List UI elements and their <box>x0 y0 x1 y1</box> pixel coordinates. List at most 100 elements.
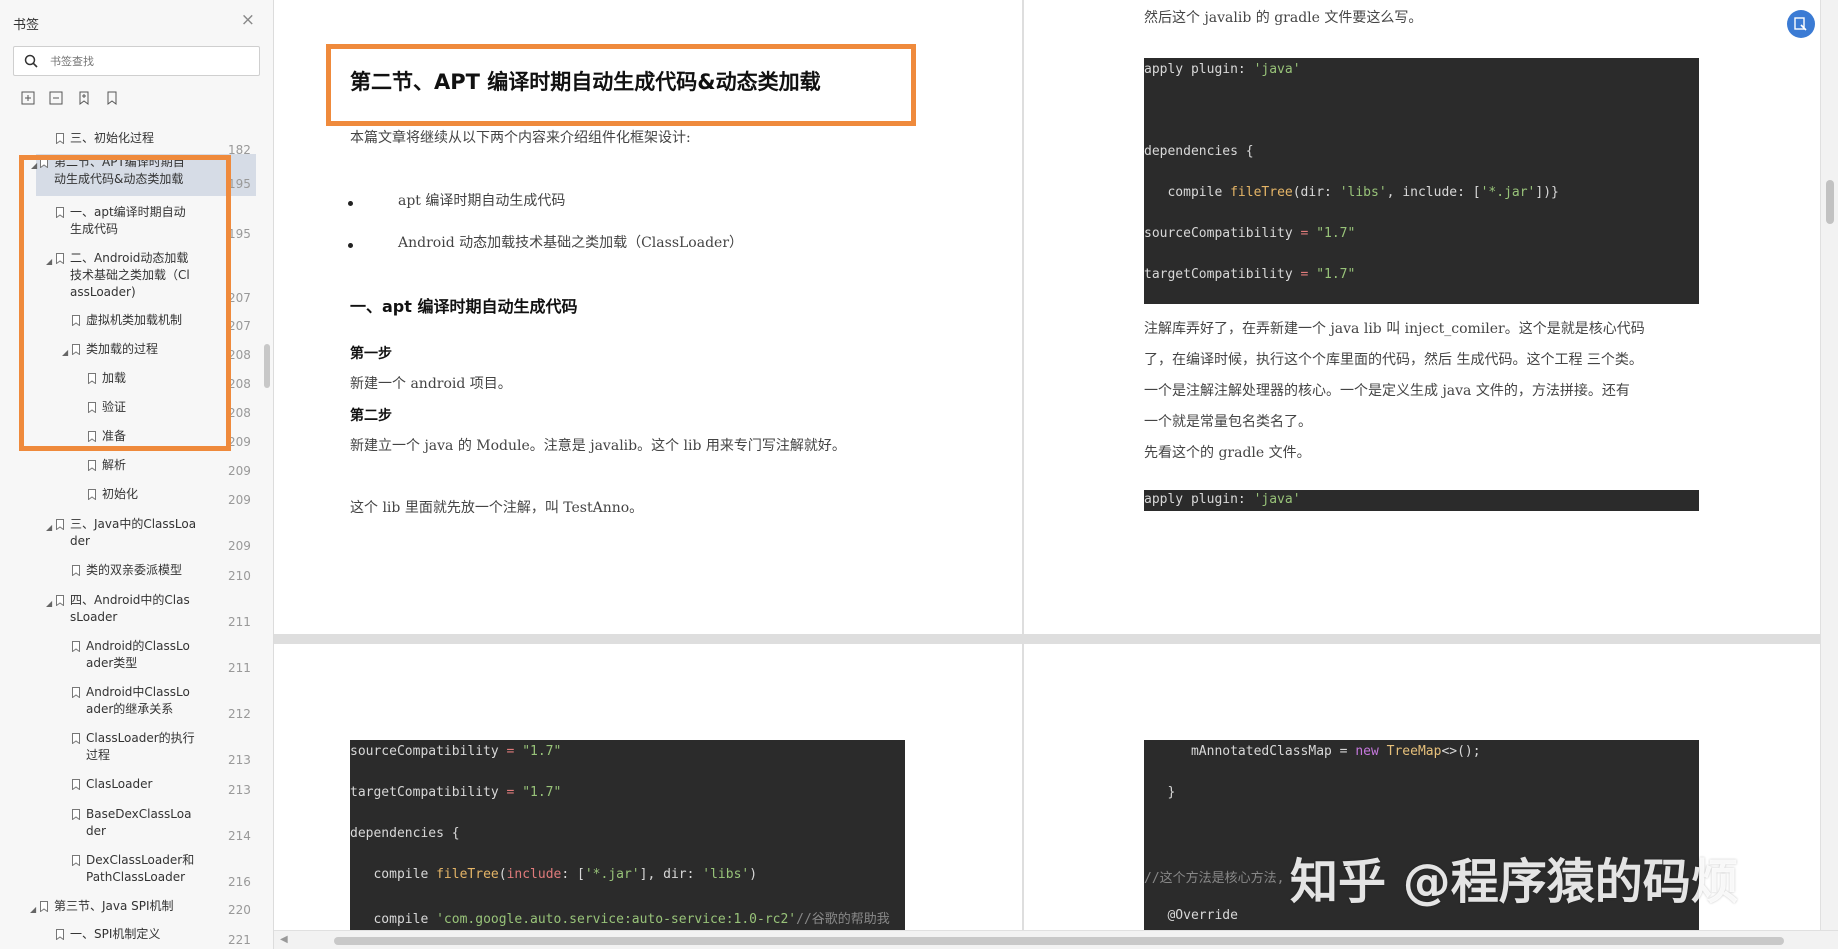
bookmark-page: 221 <box>228 933 251 947</box>
bookmark-label: der <box>86 824 106 838</box>
bookmark-item[interactable]: BaseDexClassLoa der 214 <box>0 806 256 846</box>
bookmark-item[interactable]: 验证 208 <box>0 399 256 423</box>
bookmark-search-input[interactable] <box>50 52 250 70</box>
bookmark-page: 195 <box>228 227 251 241</box>
sidebar-toolbar <box>20 90 120 108</box>
bookmark-label: 过程 <box>86 748 111 762</box>
paragraph-line: 了，在编译时候，执行这个个库里面的代码，然后 生成代码。这个工程 三个类。 <box>1144 352 1643 368</box>
bookmark-icon <box>56 519 64 530</box>
collapse-arrow-icon[interactable]: ◢ <box>31 157 40 174</box>
bookmark-item[interactable]: ◢ 三、Java中的ClassLoa der 209 <box>0 516 256 556</box>
collapse-arrow-icon[interactable]: ◢ <box>46 519 55 536</box>
bookmark-page: 209 <box>228 464 251 478</box>
bookmark-page: 207 <box>228 291 251 305</box>
bookmark-label: 虚拟机类加载机制 <box>86 313 183 327</box>
document-page: 第二节、APT 编译时期自动生成代码&动态类加载 本篇文章将继续从以下两个内容来… <box>274 0 1022 634</box>
bookmark-item[interactable]: ◢ 二、Android动态加载 技术基础之类加载（Cl assLoader) 2… <box>0 250 256 308</box>
bookmark-item[interactable]: 初始化 209 <box>0 486 256 510</box>
collapse-all-icon[interactable] <box>48 90 64 106</box>
vertical-scrollbar[interactable] <box>1820 0 1838 930</box>
bookmark-search-box[interactable] <box>13 46 260 76</box>
bookmark-item-selected[interactable]: ◢ 第二节、APT编译时期自 动生成代码&动态类加载 195 <box>31 154 256 196</box>
bookmark-icon <box>72 733 80 744</box>
bookmark-item[interactable]: Android中ClassLo ader的继承关系 212 <box>0 684 256 724</box>
bookmark-label: ader的继承关系 <box>86 702 174 716</box>
bookmark-page: 220 <box>228 903 251 917</box>
bookmark-item[interactable]: ClasLoader 213 <box>0 776 256 800</box>
bookmark-item[interactable]: ◢ 四、Android中的Clas sLoader 211 <box>0 592 256 632</box>
bookmark-label: 解析 <box>102 458 127 472</box>
bookmark-page: 210 <box>228 569 251 583</box>
bookmark-label: PathClassLoader <box>86 870 186 884</box>
scroll-left-arrow-icon[interactable]: ◀ <box>280 934 288 945</box>
bookmark-sidebar: 书签 × 三、初始化过程 182 ◢ 第二节、APT编译时期自 动生成代码&动态… <box>0 0 274 949</box>
step-heading: 第一步 <box>350 346 392 362</box>
bookmark-label: 第二节、APT编译时期自 <box>54 155 185 169</box>
section-title: 第二节、APT 编译时期自动生成代码&动态类加载 <box>350 70 821 94</box>
bookmark-icon <box>56 207 64 218</box>
bookmark-item[interactable]: 一、SPI机制定义 221 <box>0 926 256 949</box>
add-bookmark-icon[interactable] <box>76 90 92 106</box>
bookmark-item[interactable]: ClassLoader的执行 过程 213 <box>0 730 256 770</box>
paragraph: 新建立一个 java 的 Module。注意是 javalib。这个 lib 用… <box>350 438 846 454</box>
close-icon[interactable]: × <box>241 12 255 29</box>
bookmark-page: 213 <box>228 783 251 797</box>
bookmark-item[interactable]: ◢ 类加载的过程 208 <box>0 341 256 365</box>
bookmark-item[interactable]: 准备 209 <box>0 428 256 452</box>
bookmark-item[interactable]: ◢ 第三节、Java SPI机制 220 <box>0 898 256 922</box>
expand-all-icon[interactable] <box>20 90 36 106</box>
floating-tool-icon[interactable] <box>1787 10 1815 38</box>
bookmark-label: Android中ClassLo <box>86 685 190 699</box>
section-heading: 一、apt 编译时期自动生成代码 <box>350 297 578 316</box>
bookmark-label: DexClassLoader和 <box>86 853 195 867</box>
collapse-arrow-icon[interactable]: ◢ <box>30 901 39 918</box>
bookmark-page: 195 <box>228 177 251 191</box>
horizontal-scrollbar[interactable]: ◀ <box>274 930 1838 949</box>
bookmark-page: 207 <box>228 319 251 333</box>
bookmark-page: 216 <box>228 875 251 889</box>
paragraph-line: 注解库弄好了，在弄新建一个 java lib 叫 inject_comiler。… <box>1144 321 1645 337</box>
bookmark-icon[interactable] <box>104 90 120 106</box>
sidebar-scrollbar-thumb[interactable] <box>264 344 270 388</box>
bookmark-icon <box>72 565 80 576</box>
bookmark-page: 209 <box>228 539 251 553</box>
bookmark-icon <box>56 929 64 940</box>
bookmark-item[interactable]: Android的ClassLo ader类型 211 <box>0 638 256 678</box>
bookmark-page: 213 <box>228 753 251 767</box>
bookmark-item[interactable]: 类的双亲委派模型 210 <box>0 562 256 586</box>
bookmark-item[interactable]: 虚拟机类加载机制 207 <box>0 312 256 336</box>
bookmark-icon <box>56 133 64 144</box>
bookmark-page: 212 <box>228 707 251 721</box>
bookmark-page: 208 <box>228 377 251 391</box>
paragraph-line: 先看这个的 gradle 文件。 <box>1144 445 1311 461</box>
bookmark-icon <box>88 373 96 384</box>
bookmark-page: 209 <box>228 435 251 449</box>
paragraph: 这个 lib 里面就先放一个注解，叫 TestAnno。 <box>350 500 644 516</box>
collapse-arrow-icon[interactable]: ◢ <box>62 344 71 361</box>
bookmark-label: ader类型 <box>86 656 138 670</box>
bookmark-item[interactable]: DexClassLoader和 PathClassLoader 216 <box>0 852 256 892</box>
code-block: apply plugin: 'java' dependencies { comp… <box>1144 58 1699 304</box>
collapse-arrow-icon[interactable]: ◢ <box>46 253 55 270</box>
bookmark-page: 214 <box>228 829 251 843</box>
bookmark-page: 211 <box>228 661 251 675</box>
bookmark-label: 动生成代码&动态类加载 <box>54 172 184 186</box>
bookmark-label: 准备 <box>102 429 127 443</box>
code-block: sourceCompatibility = "1.7" targetCompat… <box>350 740 905 930</box>
bookmark-page: 209 <box>228 493 251 507</box>
bookmark-item[interactable]: 三、初始化过程 182 <box>0 130 256 157</box>
bookmark-label: ClasLoader <box>86 777 153 791</box>
bookmark-item[interactable]: 解析 209 <box>0 457 256 481</box>
bookmark-label: 四、Android中的Clas <box>70 593 190 607</box>
bookmark-item[interactable]: 加载 208 <box>0 370 256 394</box>
sidebar-title: 书签 <box>13 18 40 33</box>
bookmark-icon <box>40 157 48 168</box>
bookmark-icon <box>72 641 80 652</box>
bookmark-item[interactable]: 一、apt编译时期自动 生成代码 195 <box>0 204 256 246</box>
bookmark-icon <box>72 315 80 326</box>
vertical-scrollbar-thumb[interactable] <box>1826 180 1834 224</box>
bookmark-label: sLoader <box>70 610 118 624</box>
paragraph-block: 注解库弄好了，在弄新建一个 java lib 叫 inject_comiler。… <box>1144 314 1645 469</box>
collapse-arrow-icon[interactable]: ◢ <box>46 595 55 612</box>
horizontal-scrollbar-thumb[interactable] <box>334 937 1784 945</box>
